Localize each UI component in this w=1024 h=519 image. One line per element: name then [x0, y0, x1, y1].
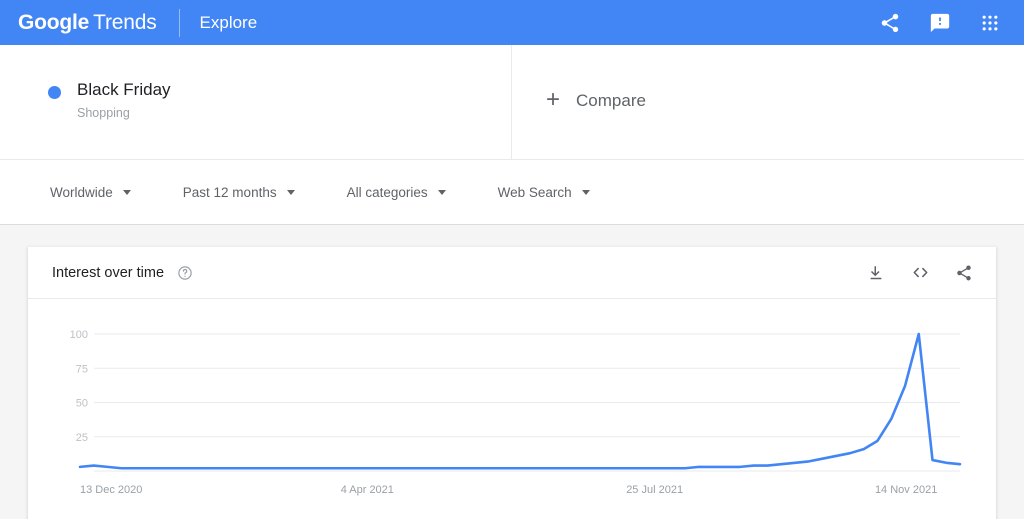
- filter-category[interactable]: All categories: [347, 185, 446, 200]
- interest-over-time-card: Interest over time 100 75 50 25 13 Dec 2…: [28, 247, 996, 519]
- search-term-subtitle: Shopping: [77, 106, 130, 120]
- series-color-dot: [48, 86, 61, 99]
- brand-divider: [178, 8, 180, 37]
- share-icon[interactable]: [878, 11, 902, 35]
- embed-code-icon[interactable]: [910, 263, 930, 283]
- x-axis-tick-label: 13 Dec 2020: [80, 484, 142, 496]
- google-trends-logo: Google Trends: [18, 11, 157, 35]
- app-bar-actions: [878, 11, 1008, 35]
- page-title: Interest over time: [52, 264, 165, 281]
- filter-search-type[interactable]: Web Search: [498, 185, 590, 200]
- logo-trends-text: Trends: [93, 10, 157, 34]
- y-axis-tick-label: 50: [76, 398, 88, 410]
- search-term-title: Black Friday: [77, 80, 171, 99]
- card-header: Interest over time: [28, 247, 996, 299]
- feedback-icon[interactable]: [928, 11, 952, 35]
- download-csv-icon[interactable]: [866, 263, 886, 283]
- plus-icon: +: [546, 86, 561, 113]
- x-axis-tick-label: 4 Apr 2021: [341, 484, 394, 496]
- interest-over-time-chart[interactable]: 100 75 50 25 13 Dec 2020 4 Apr 2021 25 Jul 20…: [28, 299, 996, 518]
- chart-x-axis-labels: 13 Dec 2020 4 Apr 2021 25 Jul 2021 14 Nov 2…: [80, 484, 937, 496]
- logo-google-text: Google: [18, 10, 90, 34]
- content-area: Interest over time 100 75 50 25 13 Dec 2…: [0, 225, 1024, 519]
- compare-button[interactable]: + Compare: [512, 45, 1024, 159]
- chart-trend-line: [78, 332, 962, 470]
- filter-search-type-label: Web Search: [497, 184, 572, 200]
- search-term-text: Black Friday Shopping: [77, 79, 171, 120]
- filter-location-label: Worldwide: [50, 184, 113, 200]
- chart-y-axis-labels: 100 75 50 25: [70, 329, 88, 444]
- y-axis-tick-label: 100: [70, 329, 88, 341]
- brand[interactable]: Google Trends Explore: [18, 8, 258, 37]
- y-axis-tick-label: 25: [76, 432, 88, 444]
- share-icon[interactable]: [954, 263, 974, 283]
- search-term-card[interactable]: Black Friday Shopping: [0, 45, 512, 159]
- filter-category-label: All categories: [346, 184, 428, 200]
- chevron-down-icon: [122, 189, 131, 195]
- filter-time-range-label: Past 12 months: [182, 184, 277, 200]
- compare-label: Compare: [576, 91, 646, 110]
- chevron-down-icon: [581, 189, 590, 195]
- card-actions: [866, 263, 974, 283]
- chevron-down-icon: [286, 189, 295, 195]
- search-term-row: Black Friday Shopping + Compare: [0, 45, 1024, 160]
- app-bar: Google Trends Explore: [0, 0, 1024, 45]
- x-axis-tick-label: 14 Nov 2021: [875, 484, 937, 496]
- x-axis-tick-label: 25 Jul 2021: [626, 484, 683, 496]
- filter-bar: Worldwide Past 12 months All categories …: [0, 160, 1024, 225]
- apps-grid-icon[interactable]: [978, 11, 1002, 35]
- chevron-down-icon: [437, 189, 446, 195]
- filter-location[interactable]: Worldwide: [50, 185, 131, 200]
- chart-svg: 100 75 50 25 13 Dec 2020 4 Apr 2021 25 Jul 20…: [70, 329, 962, 496]
- filter-time-range[interactable]: Past 12 months: [183, 185, 295, 200]
- y-axis-tick-label: 75: [76, 363, 88, 375]
- explore-link[interactable]: Explore: [200, 13, 258, 33]
- chart-gridlines: [94, 333, 960, 472]
- help-icon[interactable]: [177, 265, 193, 281]
